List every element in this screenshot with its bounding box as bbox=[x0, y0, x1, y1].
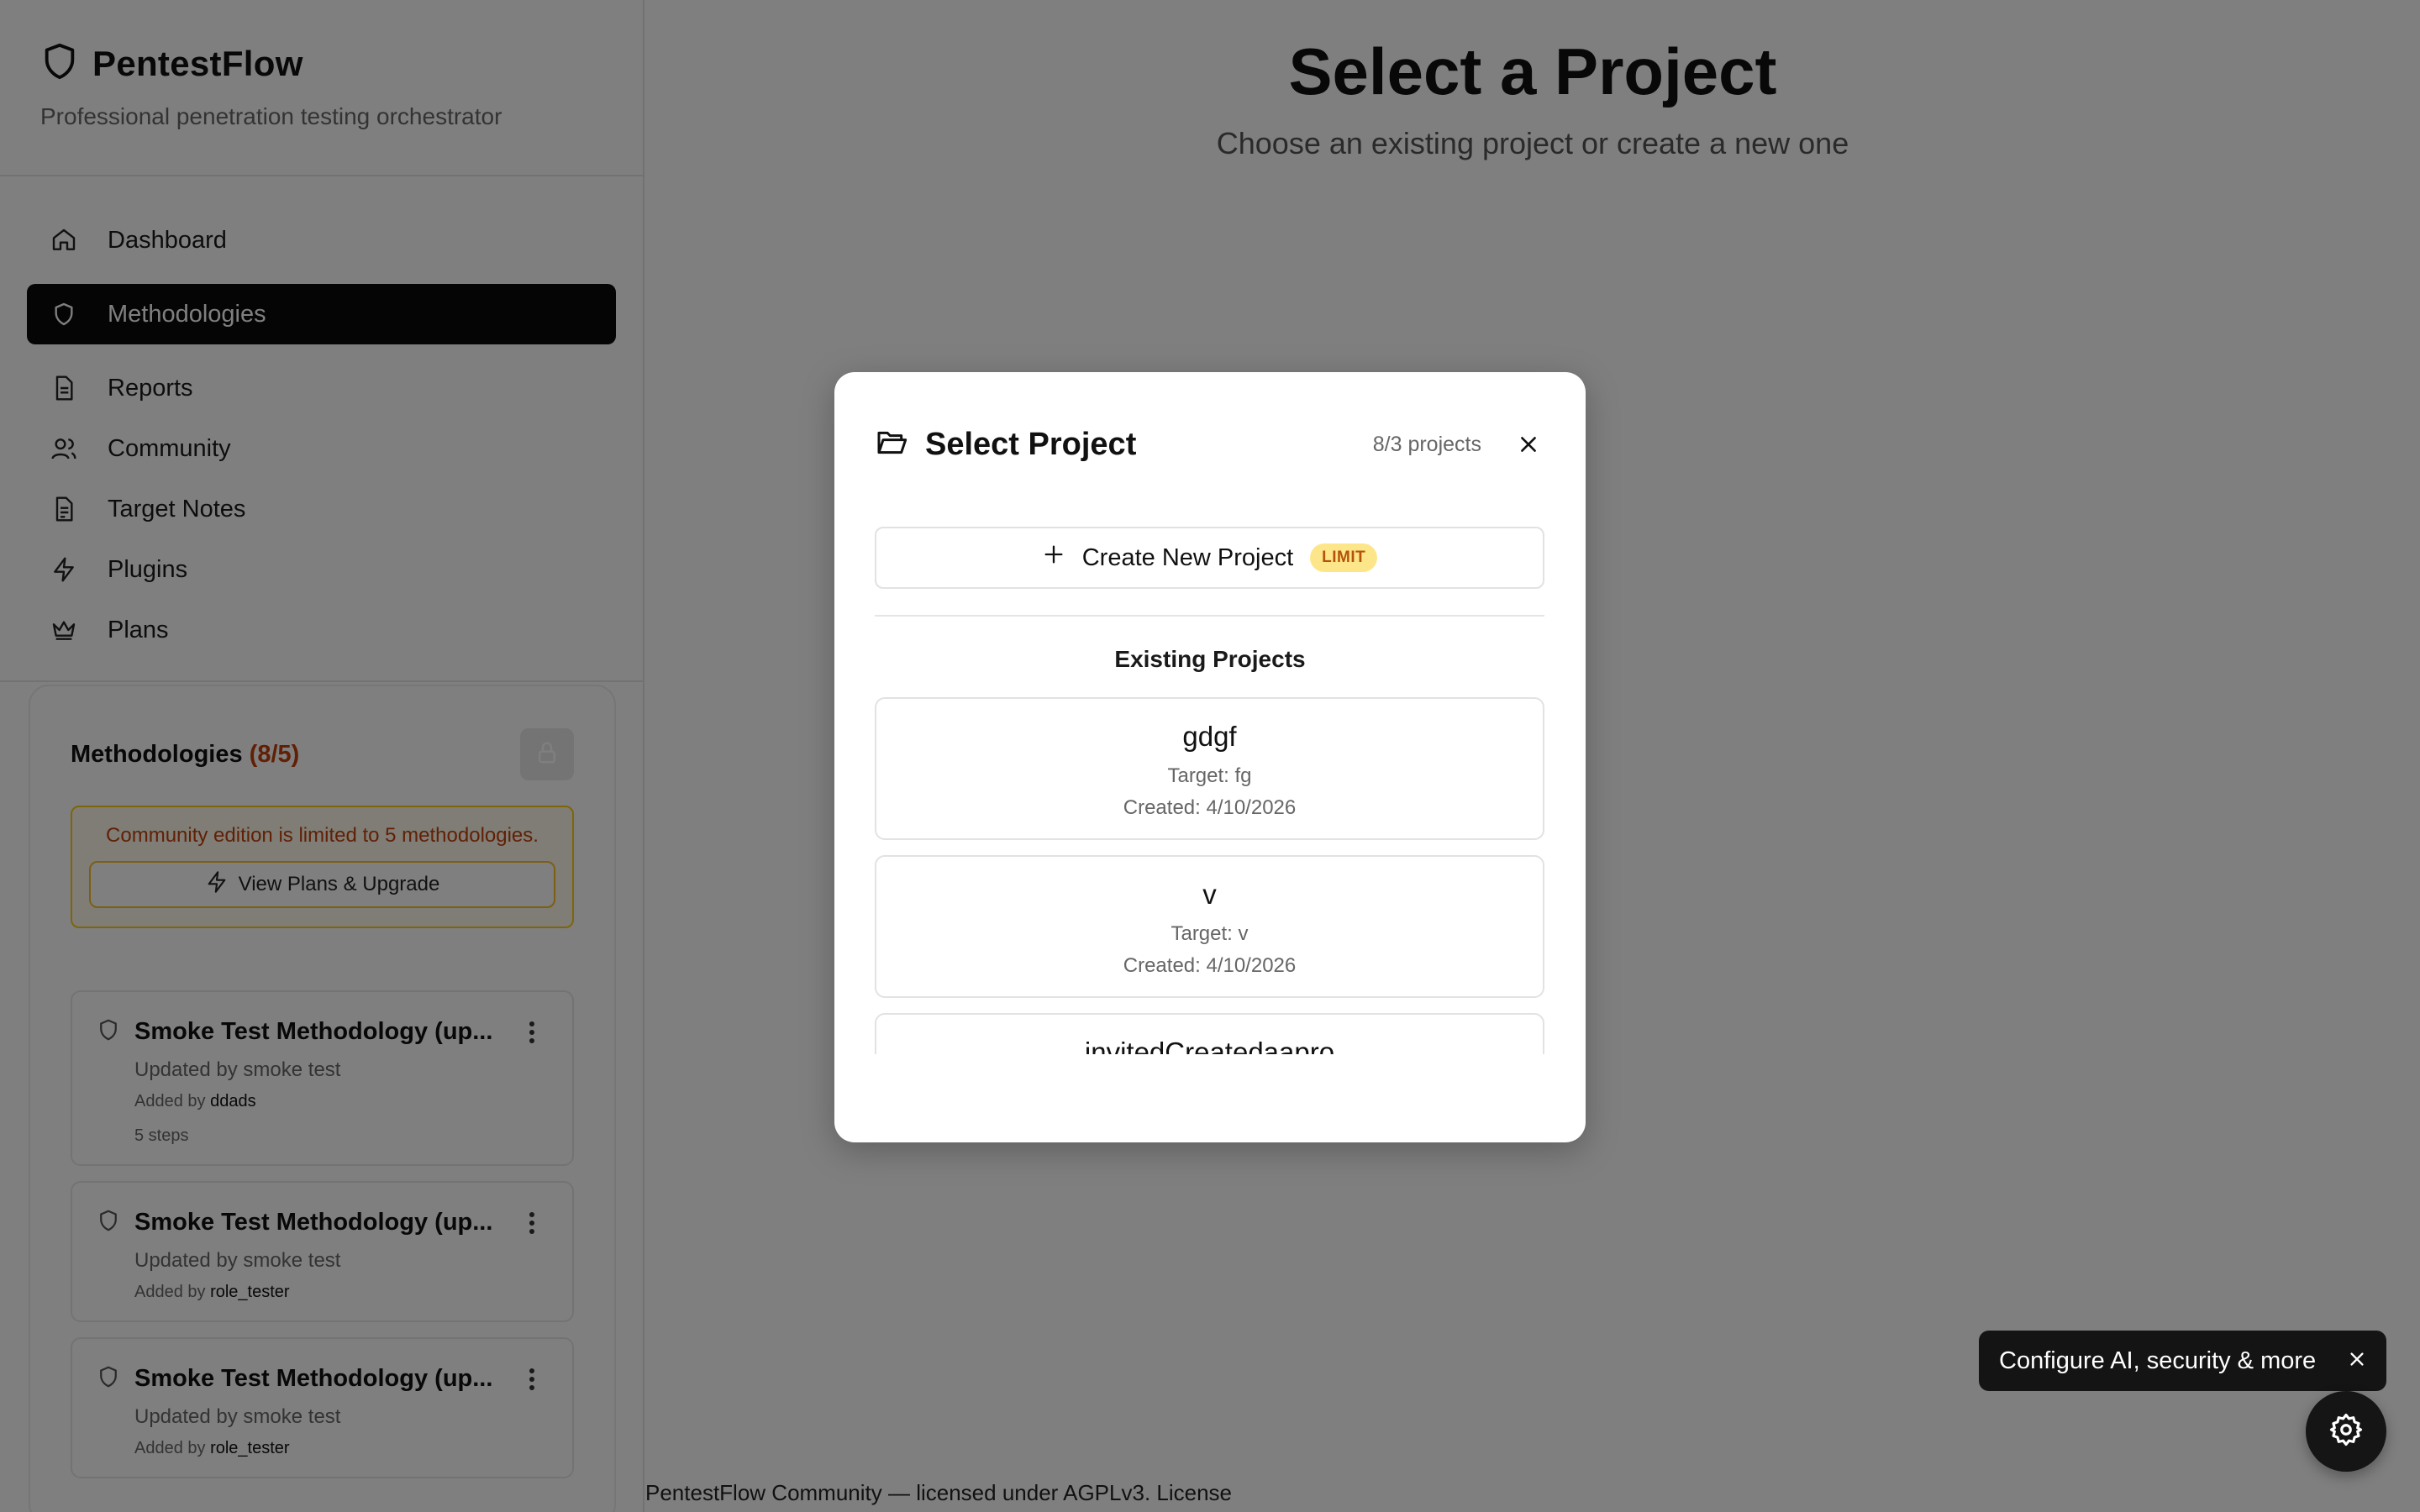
select-project-modal: Select Project 8/3 projects Create New P… bbox=[834, 372, 1586, 1142]
project-name: invitedCreatedaapro bbox=[1084, 1037, 1335, 1054]
create-new-project-button[interactable]: Create New Project LIMIT bbox=[875, 527, 1544, 589]
plus-icon bbox=[1042, 543, 1065, 573]
project-count: 8/3 projects bbox=[1372, 432, 1481, 456]
project-target: Target: fg bbox=[1167, 764, 1252, 787]
gear-icon bbox=[2328, 1412, 2364, 1452]
close-icon[interactable] bbox=[2348, 1347, 2366, 1375]
modal-title: Select Project bbox=[925, 426, 1137, 462]
project-list: gdgf Target: fg Created: 4/10/2026 v Tar… bbox=[875, 697, 1544, 1054]
project-target: Target: v bbox=[1171, 922, 1249, 945]
project-card[interactable]: gdgf Target: fg Created: 4/10/2026 bbox=[875, 697, 1544, 840]
project-card[interactable]: v Target: v Created: 4/10/2026 bbox=[875, 855, 1544, 998]
settings-hint-toast: Configure AI, security & more bbox=[1979, 1331, 2386, 1391]
limit-badge: LIMIT bbox=[1310, 543, 1378, 572]
project-name: v bbox=[1202, 879, 1217, 910]
project-card[interactable]: invitedCreatedaapro bbox=[875, 1013, 1544, 1054]
folder-open-icon bbox=[875, 426, 908, 464]
settings-button[interactable] bbox=[2306, 1391, 2386, 1472]
modal-divider bbox=[875, 615, 1544, 617]
project-created: Created: 4/10/2026 bbox=[1123, 954, 1297, 977]
project-name: gdgf bbox=[1182, 721, 1237, 752]
project-created: Created: 4/10/2026 bbox=[1123, 796, 1297, 819]
close-icon[interactable] bbox=[1512, 428, 1545, 461]
toast-text: Configure AI, security & more bbox=[1999, 1347, 2317, 1374]
existing-projects-heading: Existing Projects bbox=[1114, 646, 1306, 672]
